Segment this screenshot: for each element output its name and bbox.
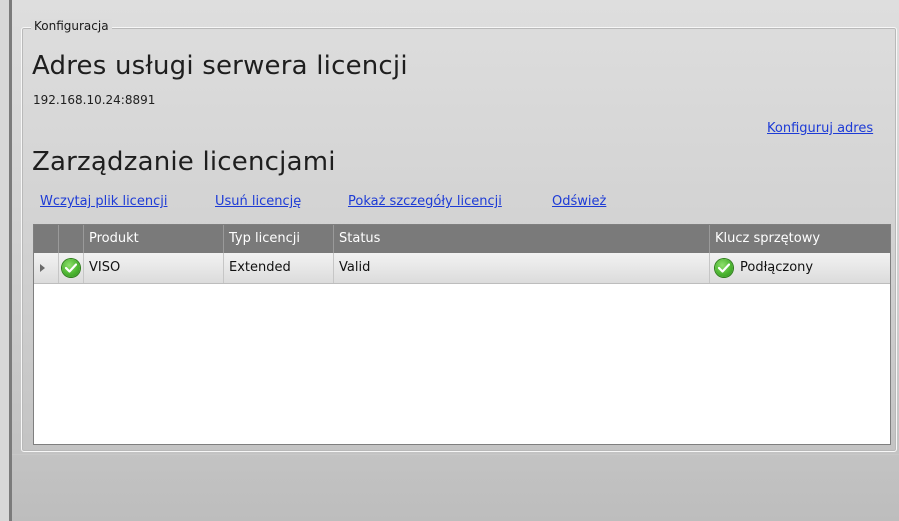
license-type-cell[interactable]: Extended	[224, 253, 334, 283]
license-grid[interactable]: Produkt Typ licencji Status Klucz sprzęt…	[33, 224, 891, 445]
refresh-link[interactable]: Odśwież	[552, 194, 606, 209]
check-circle-icon	[715, 259, 733, 277]
configuration-panel: Konfiguracja Adres usługi serwera licenc…	[12, 0, 899, 521]
group-legend: Konfiguracja	[31, 19, 112, 33]
product-cell[interactable]: VISO	[84, 253, 224, 283]
grid-header: Produkt Typ licencji Status Klucz sprzęt…	[34, 225, 890, 253]
hardware-key-status: Podłączony	[740, 260, 814, 275]
header-status-icon-cell	[59, 225, 84, 253]
license-section-title: Zarządzanie licencjami	[32, 147, 336, 177]
column-header-license-type[interactable]: Typ licencji	[224, 225, 334, 253]
row-indicator-cell[interactable]	[34, 253, 59, 283]
configure-address-link[interactable]: Konfiguruj adres	[767, 121, 873, 136]
remove-license-link[interactable]: Usuń licencję	[215, 194, 301, 209]
table-row[interactable]: VISO Extended Valid Podłączony	[34, 253, 890, 284]
window-edge	[0, 0, 9, 521]
show-license-details-link[interactable]: Pokaż szczegóły licencji	[348, 194, 502, 209]
header-indicator-cell	[34, 225, 59, 253]
column-header-hardware-key[interactable]: Klucz sprzętowy	[710, 225, 890, 253]
row-status-cell	[59, 253, 84, 283]
server-address: 192.168.10.24:8891	[33, 93, 156, 107]
load-license-file-link[interactable]: Wczytaj plik licencji	[40, 194, 167, 209]
hardware-key-cell[interactable]: Podłączony	[710, 253, 890, 283]
divider	[12, 454, 899, 455]
column-header-product[interactable]: Produkt	[84, 225, 224, 253]
check-circle-icon	[62, 259, 80, 277]
server-section-title: Adres usługi serwera licencji	[32, 51, 408, 81]
row-pointer-icon	[40, 264, 45, 272]
column-header-status[interactable]: Status	[334, 225, 710, 253]
status-cell[interactable]: Valid	[334, 253, 710, 283]
